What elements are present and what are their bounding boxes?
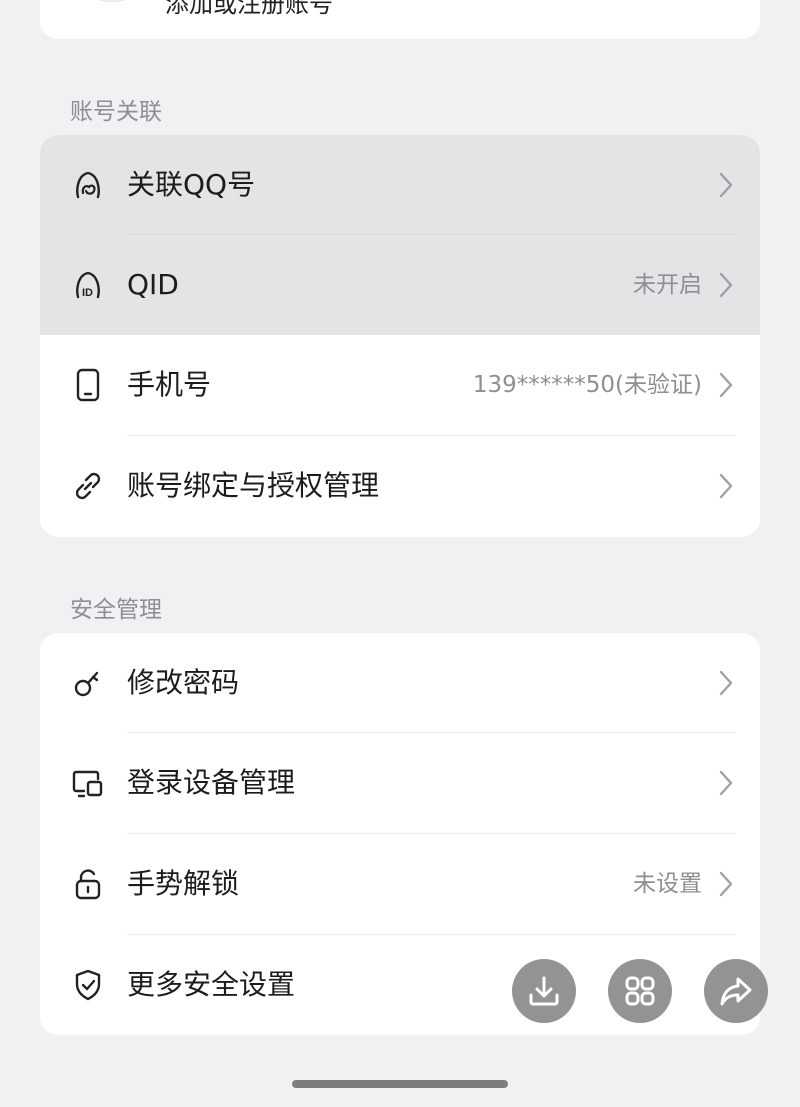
- section-title-account-linking: 账号关联: [70, 99, 162, 125]
- section-title-security: 安全管理: [70, 597, 162, 623]
- grid-icon: [625, 976, 655, 1006]
- devices-icon: [72, 770, 103, 798]
- row-label: 手势解锁: [127, 867, 240, 900]
- row-label: 手机号: [127, 368, 212, 401]
- row-label: 修改密码: [127, 666, 240, 699]
- svg-text:ID: ID: [82, 287, 93, 299]
- key-icon: [74, 671, 99, 697]
- chevron-right-icon: [719, 670, 733, 696]
- row-label: 关联QQ号: [127, 168, 256, 201]
- qid-icon: ID: [76, 271, 100, 299]
- download-icon: [529, 976, 559, 1006]
- row-login-devices[interactable]: 登录设备管理: [40, 733, 760, 833]
- home-indicator[interactable]: [292, 1080, 508, 1088]
- row-account-binding[interactable]: 账号绑定与授权管理: [40, 436, 760, 536]
- share-button[interactable]: [704, 959, 768, 1023]
- row-label: 账号绑定与授权管理: [127, 469, 380, 502]
- download-button[interactable]: [512, 959, 576, 1023]
- row-change-password[interactable]: 修改密码: [40, 633, 760, 733]
- lock-icon: [75, 869, 101, 900]
- row-qid[interactable]: ID QID 未开启: [40, 235, 760, 335]
- chevron-right-icon: [719, 372, 733, 398]
- row-label: QID: [127, 268, 179, 301]
- chevron-right-icon: [719, 172, 733, 198]
- row-value: 未开启: [633, 272, 702, 298]
- add-account-label: 添加或注册账号: [165, 0, 333, 18]
- chevron-right-icon: [719, 871, 733, 897]
- qq-icon: [76, 171, 100, 199]
- phone-icon: [76, 368, 100, 402]
- shield-icon: [75, 969, 101, 1001]
- row-label: 登录设备管理: [127, 766, 296, 799]
- row-value: 139******50(未验证): [472, 372, 702, 398]
- row-label: 更多安全设置: [127, 968, 296, 1001]
- row-link-qq[interactable]: 关联QQ号: [40, 135, 760, 235]
- account-linking-card: 关联QQ号 ID QID 未开启 手机号 139******50(未验证) 账号…: [40, 135, 760, 537]
- account-card[interactable]: 添加或注册账号: [40, 0, 760, 39]
- chevron-right-icon: [719, 770, 733, 796]
- row-phone[interactable]: 手机号 139******50(未验证): [40, 335, 760, 435]
- share-icon: [720, 977, 752, 1006]
- chevron-right-icon: [719, 473, 733, 499]
- chevron-right-icon: [719, 272, 733, 298]
- apps-button[interactable]: [608, 959, 672, 1023]
- row-gesture-unlock[interactable]: 手势解锁 未设置: [40, 834, 760, 934]
- avatar: [72, 0, 152, 2]
- link-icon: [75, 472, 101, 500]
- row-value: 未设置: [633, 871, 702, 897]
